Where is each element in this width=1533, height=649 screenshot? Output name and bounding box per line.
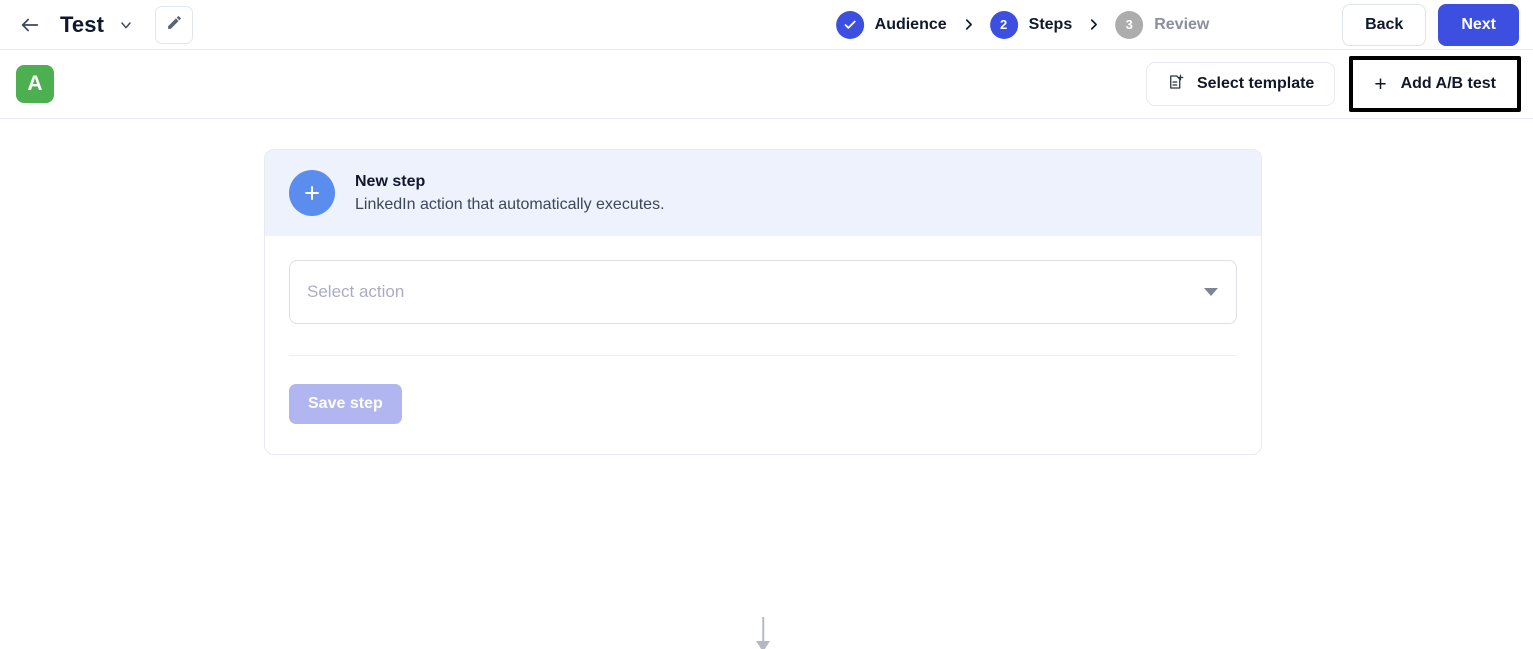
plus-circle-icon [289, 170, 335, 216]
new-step-subtitle: LinkedIn action that automatically execu… [355, 195, 665, 213]
save-step-button[interactable]: Save step [289, 384, 402, 424]
next-button[interactable]: Next [1438, 3, 1519, 46]
back-arrow-icon[interactable] [14, 9, 46, 41]
chevron-right-icon-2 [1086, 17, 1101, 32]
edit-campaign-button[interactable] [155, 5, 194, 44]
stepper-step-audience[interactable]: Audience [835, 10, 947, 39]
new-step-texts: New step LinkedIn action that automatica… [355, 173, 665, 214]
variant-toolbar: A Select template + Add A/B test [0, 50, 1533, 119]
stepper-label-steps: Steps [1028, 15, 1073, 33]
stepper-step-review[interactable]: 3 Review [1115, 10, 1210, 39]
pencil-icon [166, 14, 183, 36]
add-ab-test-highlight: + Add A/B test [1349, 56, 1521, 112]
new-step-title: New step [355, 172, 426, 190]
connector-line [762, 617, 764, 643]
select-template-button[interactable]: Select template [1145, 62, 1336, 106]
new-step-card-header: New step LinkedIn action that automatica… [265, 150, 1261, 236]
select-template-label: Select template [1196, 75, 1315, 92]
stepper-step-steps[interactable]: 2 Steps [989, 10, 1073, 39]
flow-connector-arrow [756, 617, 770, 649]
caret-down-icon [1204, 288, 1218, 296]
top-bar: Test Audience 2 Steps 3 Review Back Next [0, 0, 1533, 50]
new-step-card-body: Select action Save step [265, 236, 1261, 454]
variant-badge-a[interactable]: A [16, 65, 54, 103]
new-step-card: New step LinkedIn action that automatica… [264, 149, 1262, 455]
stepper-bubble-review: 3 [1115, 10, 1144, 39]
stepper-label-audience: Audience [874, 15, 947, 33]
add-ab-test-button[interactable]: + Add A/B test [1353, 60, 1517, 108]
variant-actions: Select template + Add A/B test [1145, 56, 1521, 112]
card-divider [289, 355, 1237, 356]
select-action-placeholder: Select action [307, 282, 405, 301]
stepper-label-review: Review [1154, 15, 1210, 33]
add-ab-test-label: Add A/B test [1400, 75, 1496, 92]
chevron-right-icon [961, 17, 976, 32]
flow-canvas: New step LinkedIn action that automatica… [0, 119, 1533, 649]
stepper-bubble-steps: 2 [989, 10, 1018, 39]
chevron-down-icon[interactable] [116, 15, 136, 35]
stepper-bubble-audience [835, 10, 864, 39]
plus-icon: + [1374, 72, 1387, 96]
connector-arrowhead-icon [756, 641, 770, 649]
select-action-dropdown[interactable]: Select action [289, 260, 1237, 324]
top-actions: Back Next [1342, 3, 1519, 46]
wizard-stepper: Audience 2 Steps 3 Review [835, 10, 1210, 39]
back-button[interactable]: Back [1342, 3, 1427, 46]
campaign-title: Test [60, 11, 105, 37]
document-plus-icon [1167, 73, 1185, 96]
